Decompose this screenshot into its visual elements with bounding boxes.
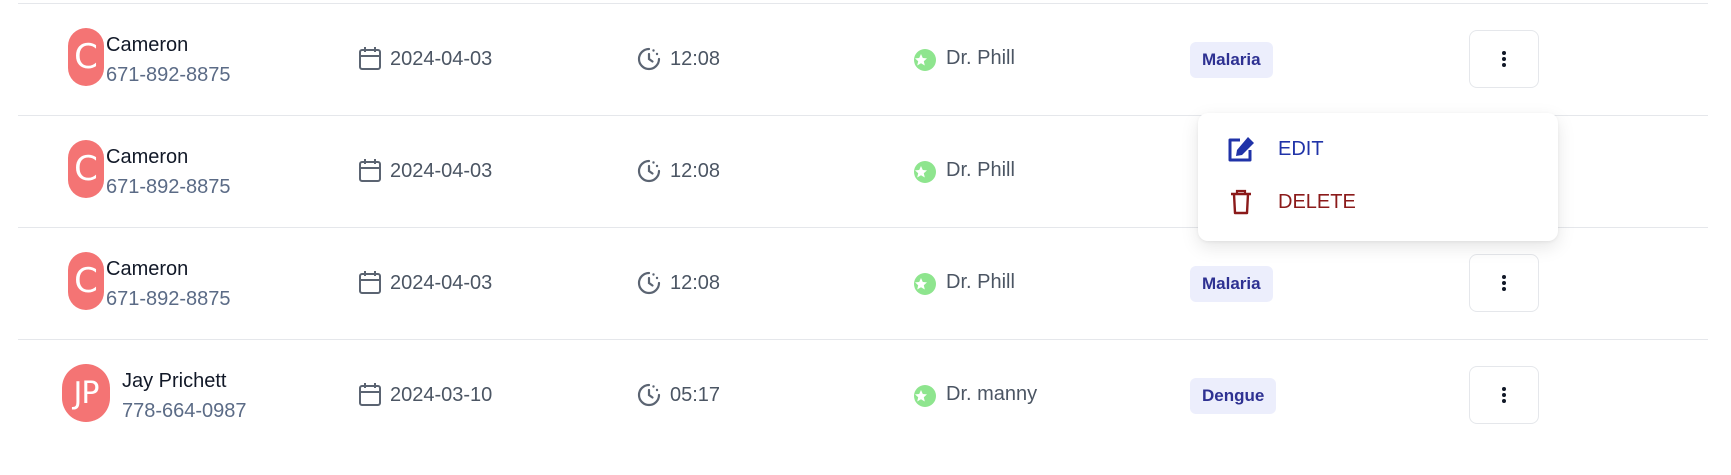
star-icon (914, 273, 936, 295)
time-cell: 12:08 (636, 270, 720, 296)
doctor-cell: Dr. manny (914, 382, 1037, 407)
avatar: JP (62, 364, 110, 422)
doctor-name: Dr. Phill (946, 159, 1015, 181)
doctor-cell: Dr. Phill (914, 270, 1015, 295)
edit-icon (1228, 137, 1254, 162)
disease-tag: Malaria (1190, 42, 1273, 78)
more-vertical-icon (1502, 275, 1506, 291)
time-cell: 05:17 (636, 382, 720, 408)
appointment-date: 2024-04-03 (390, 47, 493, 70)
patient-name: Cameron (106, 34, 189, 56)
patient-phone: 671-892-8875 (106, 64, 231, 86)
patient-name: Cameron (106, 258, 189, 280)
calendar-icon (359, 271, 381, 294)
star-icon (914, 161, 936, 183)
avatar: C (68, 140, 104, 198)
doctor-cell: Dr. Phill (914, 158, 1015, 183)
calendar-icon (359, 47, 381, 70)
date-cell: 2024-04-03 (358, 46, 492, 72)
edit-menu-item[interactable]: EDIT (1226, 135, 1324, 163)
time-cell: 12:08 (636, 46, 720, 72)
delete-menu-item[interactable]: DELETE (1226, 189, 1356, 215)
appointment-date: 2024-04-03 (390, 159, 493, 182)
doctor-name: Dr. manny (946, 383, 1038, 405)
table-row: JP Jay Prichett 778-664-0987 2024-03-10 … (18, 339, 1708, 451)
row-actions-menu: EDIT DELETE (1198, 113, 1558, 241)
appointment-time: 12:08 (670, 47, 721, 70)
patient-name: Jay Prichett (122, 370, 227, 392)
clock-icon (637, 47, 661, 71)
appointment-date: 2024-03-10 (390, 383, 493, 406)
patient-phone: 671-892-8875 (106, 288, 231, 310)
table-row: C Cameron 671-892-8875 2024-04-03 12:08 (18, 3, 1708, 115)
appointment-time: 12:08 (670, 159, 721, 182)
more-options-button[interactable] (1469, 366, 1539, 424)
doctor-cell: Dr. Phill (914, 46, 1015, 71)
calendar-icon (359, 159, 381, 182)
delete-label: DELETE (1278, 190, 1356, 213)
doctor-name: Dr. Phill (946, 47, 1015, 69)
date-cell: 2024-03-10 (358, 382, 492, 408)
doctor-name: Dr. Phill (946, 271, 1015, 293)
more-vertical-icon (1502, 51, 1506, 67)
clock-icon (637, 383, 661, 407)
appointment-date: 2024-04-03 (390, 271, 493, 294)
disease-tag: Dengue (1190, 378, 1277, 414)
edit-label: EDIT (1278, 137, 1324, 160)
appointments-table: C Cameron 671-892-8875 2024-04-03 12:08 (18, 3, 1708, 451)
clock-icon (637, 271, 661, 295)
patient-phone: 671-892-8875 (106, 176, 231, 198)
disease-tag: Malaria (1190, 266, 1273, 302)
trash-icon (1231, 189, 1251, 215)
clock-icon (637, 159, 661, 183)
table-row: C Cameron 671-892-8875 2024-04-03 12:08 (18, 227, 1708, 339)
time-cell: 12:08 (636, 158, 720, 184)
patient-phone: 778-664-0987 (122, 400, 247, 422)
appointment-time: 12:08 (670, 271, 721, 294)
more-options-button[interactable] (1469, 30, 1539, 88)
date-cell: 2024-04-03 (358, 270, 492, 296)
date-cell: 2024-04-03 (358, 158, 492, 184)
star-icon (914, 385, 936, 407)
avatar: C (68, 28, 104, 86)
appointment-time: 05:17 (670, 383, 721, 406)
more-vertical-icon (1502, 387, 1506, 403)
star-icon (914, 49, 936, 71)
avatar: C (68, 252, 104, 310)
calendar-icon (359, 383, 381, 406)
more-options-button[interactable] (1469, 254, 1539, 312)
patient-name: Cameron (106, 146, 189, 168)
